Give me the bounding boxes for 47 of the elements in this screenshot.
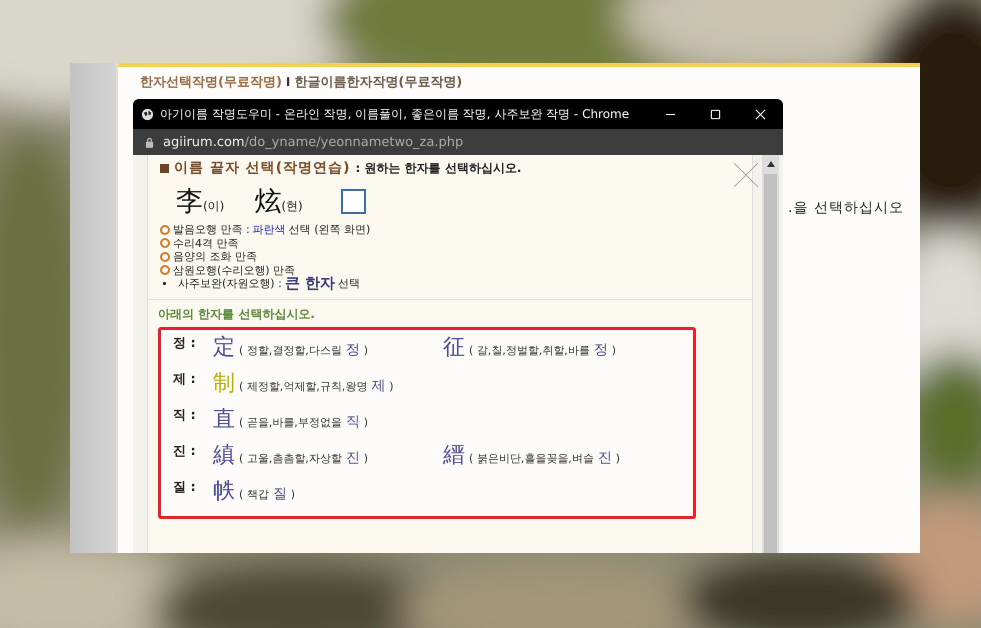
- criterion-text: 큰 한자: [284, 277, 336, 290]
- criterion-text: 삼원오행(수리오행) 만족: [173, 264, 296, 277]
- hanja-option[interactable]: 定 ( 정할,결정할,다스릴 정 ): [213, 332, 443, 368]
- criterion-text: 파란색: [252, 223, 286, 236]
- hanja-option[interactable]: 直 ( 곧을,바를,부정없을 직 ): [213, 404, 443, 440]
- circle-icon: [160, 224, 170, 235]
- reading-label: 정 :: [173, 334, 197, 352]
- hanja-option[interactable]: 征 ( 갈,칠,정벌할,취할,바를 정 ): [443, 332, 673, 368]
- lock-icon: [145, 136, 154, 148]
- criterion-text: 음양의 조화 만족: [173, 250, 257, 264]
- circle-icon: [160, 238, 170, 248]
- link-separator: I: [286, 75, 290, 89]
- criterion-text: 수리4격 만족: [173, 236, 238, 250]
- hanja-reading: (현): [281, 198, 303, 215]
- circle-icon: [160, 252, 170, 262]
- hanja-option[interactable]: 縝 ( 고울,촘촘할,자상할 진 ): [213, 440, 443, 476]
- page-link[interactable]: 한자선택작명(무료작명): [140, 73, 282, 91]
- url-text: agiirum.com/do_yname/yeonnametwo_za.php: [163, 134, 464, 150]
- hanja-option[interactable]: 制 ( 제정할,억제할,규칙,왕명 제 ): [213, 368, 443, 404]
- section-title: 이름 끝자 선택(작명연습): [174, 159, 351, 177]
- criterion-text: 발음오행 만족 :: [173, 223, 250, 236]
- reading-label: 제 :: [173, 370, 197, 388]
- name-hanja: 李: [176, 185, 203, 219]
- empty-hanja-slot: [340, 188, 366, 214]
- reading-label: 진 :: [173, 442, 197, 460]
- name-hanja: 炫: [254, 185, 282, 219]
- maximize-icon[interactable]: [710, 108, 721, 120]
- hanja-option[interactable]: 帙 ( 책갑 질 ): [213, 476, 443, 512]
- section-subtitle: : 원하는 한자를 선택하십시오.: [356, 160, 522, 176]
- scrollbar[interactable]: [762, 155, 779, 553]
- reading-label: 직 :: [173, 406, 197, 424]
- instruction-text: .을 선택하십시오: [788, 199, 904, 217]
- circle-icon: [160, 265, 170, 276]
- hanja-option[interactable]: 縉 ( 붉은비단,홀을꽂을,벼슬 진 ): [443, 440, 673, 476]
- reading-label: 질 :: [173, 478, 197, 496]
- square-bullet-icon: [160, 164, 169, 172]
- bullet-icon: [163, 282, 166, 286]
- page-link[interactable]: 한글이름한자작명(무료작명): [294, 73, 462, 91]
- scroll-up-icon[interactable]: [766, 161, 774, 167]
- criterion-text: 사주보완(자원오행) :: [178, 277, 282, 290]
- address-bar[interactable]: agiirum.com/do_yname/yeonnametwo_za.php: [133, 129, 783, 155]
- window-title: 아기이름 작명도우미 - 온라인 작명, 이름풀이, 좋은이름 작명, 사주보완 작명 - Chrome: [160, 106, 630, 122]
- criterion-text: 선택 (왼쪽 화면): [288, 223, 370, 236]
- list-heading: 아래의 한자를 선택하십시오.: [158, 306, 316, 322]
- globe-icon: [141, 108, 154, 120]
- criterion-text: 선택: [338, 277, 360, 290]
- hanja-reading: (이): [203, 198, 224, 215]
